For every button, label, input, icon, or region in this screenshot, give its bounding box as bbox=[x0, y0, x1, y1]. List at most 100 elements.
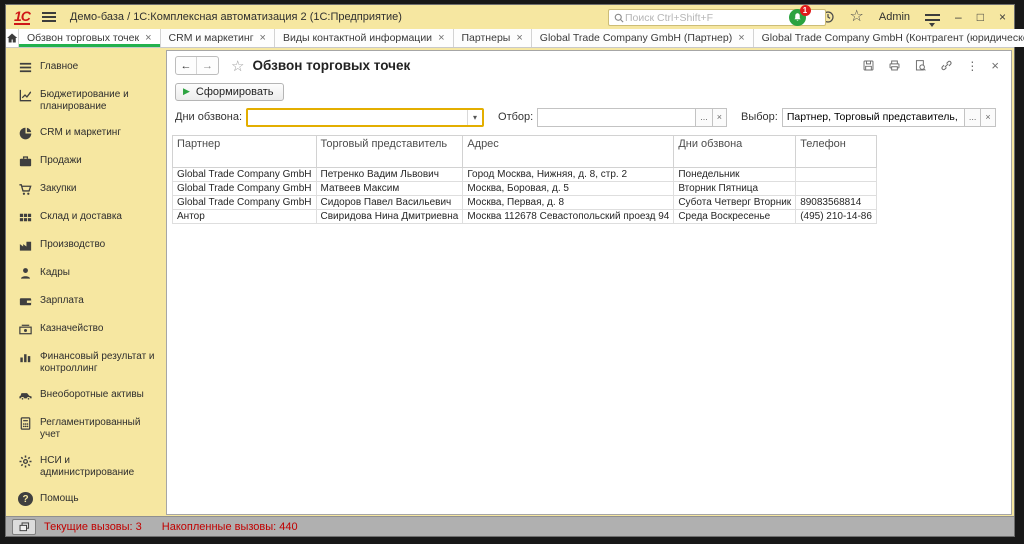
bar-chart-icon bbox=[18, 350, 33, 365]
selection-filter-input[interactable] bbox=[537, 107, 696, 127]
sidebar-item-prodazhi[interactable]: Продажи bbox=[18, 148, 166, 176]
sidebar-item-kaznacheystvo[interactable]: Казначейство bbox=[18, 316, 166, 344]
close-icon[interactable]: × bbox=[438, 32, 444, 44]
link-icon[interactable] bbox=[940, 59, 953, 72]
sidebar-item-finrezultat[interactable]: Финансовый результат и контроллинг bbox=[18, 344, 166, 382]
column-header-rep[interactable]: Торговый представитель bbox=[315, 134, 464, 168]
tab-bar: Обзвон торговых точек × CRM и маркетинг … bbox=[6, 29, 1024, 48]
tab-crm-marketing[interactable]: CRM и маркетинг × bbox=[160, 29, 275, 47]
windows-icon bbox=[19, 521, 29, 531]
close-report-icon[interactable]: × bbox=[991, 58, 999, 73]
play-icon: ▶ bbox=[183, 86, 190, 96]
gear-icon bbox=[18, 454, 33, 469]
cart-icon bbox=[18, 182, 33, 197]
forward-button[interactable]: → bbox=[197, 57, 218, 74]
tab-partnery[interactable]: Партнеры × bbox=[453, 29, 532, 47]
tab-gtc-kontragent[interactable]: Global Trade Company GmbH (Контрагент (ю… bbox=[753, 29, 1024, 47]
briefcase-icon bbox=[18, 154, 33, 169]
generate-button[interactable]: ▶ Сформировать bbox=[175, 82, 285, 101]
home-icon bbox=[7, 33, 18, 43]
table-row[interactable]: Антор Свиридова Нина Дмитриевна Москва 1… bbox=[172, 208, 877, 224]
car-icon bbox=[18, 388, 33, 403]
close-icon[interactable]: × bbox=[516, 32, 522, 44]
table-row[interactable]: Global Trade Company GmbH Матвеев Максим… bbox=[172, 180, 877, 196]
title-bar: 1С Демо-база / 1С:Комплексная автоматиза… bbox=[6, 4, 1014, 29]
back-button[interactable]: ← bbox=[176, 57, 197, 74]
column-header-address[interactable]: Адрес bbox=[462, 134, 675, 168]
choose-button[interactable]: ... bbox=[963, 107, 981, 127]
minimize-button[interactable]: – bbox=[955, 10, 962, 24]
column-header-partner[interactable]: Партнер bbox=[172, 134, 317, 168]
close-icon[interactable]: × bbox=[145, 32, 151, 44]
1c-logo: 1С bbox=[14, 7, 31, 25]
days-filter-input[interactable] bbox=[248, 109, 468, 125]
pie-chart-icon bbox=[18, 126, 33, 141]
person-icon bbox=[18, 266, 33, 281]
add-to-favorites-icon[interactable]: ☆ bbox=[231, 57, 244, 75]
sidebar-item-budzhetirovanie[interactable]: Бюджетирование и планирование bbox=[18, 82, 166, 120]
accumulated-calls-counter: Накопленные вызовы: 440 bbox=[161, 520, 298, 533]
column-header-days[interactable]: Дни обзвона bbox=[673, 134, 797, 168]
calculator-icon bbox=[18, 416, 33, 431]
sidebar-item-nsi-administrirovanie[interactable]: НСИ и администрирование bbox=[18, 448, 166, 486]
banknote-icon bbox=[18, 322, 33, 337]
planning-chart-icon bbox=[18, 88, 33, 103]
tab-obzvon-torgovyh-tochek[interactable]: Обзвон торговых точек × bbox=[19, 29, 161, 47]
close-icon[interactable]: × bbox=[260, 32, 266, 44]
save-icon[interactable] bbox=[862, 59, 875, 72]
clear-icon[interactable]: × bbox=[980, 107, 996, 127]
table-row[interactable]: Global Trade Company GmbH Петренко Вадим… bbox=[172, 166, 877, 182]
sidebar-item-proizvodstvo[interactable]: Производство bbox=[18, 232, 166, 260]
column-header-phone[interactable]: Телефон bbox=[795, 134, 877, 168]
sidebar-item-kadry[interactable]: Кадры bbox=[18, 260, 166, 288]
sidebar-item-reglamentirovanny-uchet[interactable]: Регламентированный учет bbox=[18, 410, 166, 448]
sidebar-item-pomosch[interactable]: ? Помощь bbox=[18, 486, 166, 513]
close-window-button[interactable]: × bbox=[999, 10, 1006, 24]
settings-menu-icon[interactable] bbox=[925, 13, 941, 27]
notifications-button[interactable]: 1 bbox=[788, 4, 811, 26]
menu-icon bbox=[18, 60, 33, 75]
sidebar-item-zakupki[interactable]: Закупки bbox=[18, 176, 166, 204]
report-panel: ← → ☆ Обзвон торговых точек ⋮ × ▶ Сформи… bbox=[166, 50, 1012, 515]
sidebar-item-vneoborotnye-aktivy[interactable]: Внеоборотные активы bbox=[18, 382, 166, 410]
section-sidebar: Главное Бюджетирование и планирование CR… bbox=[6, 48, 166, 516]
grid-icon bbox=[18, 210, 33, 225]
status-bar: Текущие вызовы: 3 Накопленные вызовы: 44… bbox=[6, 516, 1014, 536]
app-window: 1С Демо-база / 1С:Комплексная автоматиза… bbox=[5, 4, 1024, 537]
user-name[interactable]: Admin bbox=[879, 11, 910, 23]
page-title: Обзвон торговых точек bbox=[252, 58, 411, 73]
selection-filter-label: Отбор: bbox=[498, 111, 534, 123]
preview-icon[interactable] bbox=[914, 59, 927, 72]
fields-filter-label: Выбор: bbox=[741, 111, 778, 123]
factory-icon bbox=[18, 238, 33, 253]
maximize-button[interactable]: □ bbox=[977, 10, 984, 24]
print-icon[interactable] bbox=[888, 59, 901, 72]
tab-gtc-partner[interactable]: Global Trade Company GmbH (Партнер) × bbox=[531, 29, 754, 47]
close-icon[interactable]: × bbox=[738, 32, 744, 44]
chevron-down-icon[interactable]: ▾ bbox=[467, 109, 482, 125]
tab-vidy-kontaktnoy-informacii[interactable]: Виды контактной информации × bbox=[274, 29, 454, 47]
report-table: Партнер Торговый представитель Адрес Дни… bbox=[167, 134, 1011, 224]
main-menu-icon[interactable] bbox=[41, 12, 56, 22]
days-filter-field[interactable]: ▾ bbox=[246, 107, 485, 127]
home-tab[interactable] bbox=[6, 29, 19, 47]
sidebar-item-zarplata[interactable]: Зарплата bbox=[18, 288, 166, 316]
more-actions-icon[interactable]: ⋮ bbox=[966, 59, 978, 73]
current-calls-counter: Текущие вызовы: 3 bbox=[44, 520, 142, 533]
help-icon: ? bbox=[18, 492, 33, 506]
wallet-icon bbox=[18, 294, 33, 309]
window-title: Демо-база / 1С:Комплексная автоматизация… bbox=[69, 11, 402, 23]
fields-filter-input[interactable] bbox=[781, 107, 964, 127]
sidebar-item-crm[interactable]: CRM и маркетинг bbox=[18, 120, 166, 148]
sidebar-item-sklad[interactable]: Склад и доставка bbox=[18, 204, 166, 232]
fields-filter-field[interactable]: ... × bbox=[781, 107, 996, 127]
days-filter-label: Дни обзвона: bbox=[175, 111, 243, 123]
performance-indicator-button[interactable] bbox=[12, 518, 36, 535]
favorites-icon[interactable]: ☆ bbox=[850, 9, 864, 25]
sidebar-item-glavnoe[interactable]: Главное bbox=[18, 54, 166, 82]
selection-filter-field[interactable]: ... × bbox=[537, 107, 727, 127]
choose-button[interactable]: ... bbox=[695, 107, 712, 127]
clear-icon[interactable]: × bbox=[711, 107, 727, 127]
search-icon bbox=[614, 13, 624, 23]
table-row[interactable]: Global Trade Company GmbH Сидоров Павел … bbox=[172, 194, 877, 210]
